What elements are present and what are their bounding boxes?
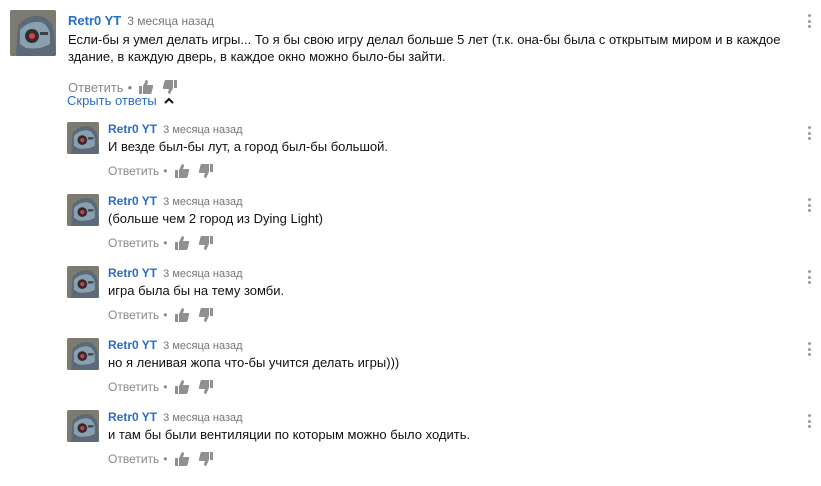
more-options-icon[interactable] xyxy=(807,198,811,212)
comment-time[interactable]: 3 месяца назад xyxy=(163,124,242,136)
more-options-icon[interactable] xyxy=(807,14,811,28)
hide-replies-label: Скрыть ответы xyxy=(67,93,157,108)
like-icon[interactable] xyxy=(174,163,190,179)
author-name[interactable]: Retr0 YT xyxy=(108,122,157,136)
hide-replies-button[interactable]: Скрыть ответы xyxy=(67,93,175,108)
author-name[interactable]: Retr0 YT xyxy=(68,13,121,28)
comment-actions: Ответить • xyxy=(108,163,222,179)
reply-button[interactable]: Ответить xyxy=(108,164,159,178)
comment-time[interactable]: 3 месяца назад xyxy=(163,412,242,424)
robot-avatar-icon xyxy=(67,338,99,370)
reply-button[interactable]: Ответить xyxy=(108,380,159,394)
more-options-icon[interactable] xyxy=(807,270,811,284)
more-options-icon[interactable] xyxy=(807,342,811,356)
reply-comment: Retr0 YT 3 месяца назад и там бы были вен… xyxy=(67,410,787,470)
comment-text: но я ленивая жопа что-бы учится делать и… xyxy=(108,355,400,370)
dislike-icon[interactable] xyxy=(198,379,214,395)
like-icon[interactable] xyxy=(174,235,190,251)
comment: Retr0 YT 3 месяца назад Если-бы я умел де… xyxy=(10,10,810,95)
comment-meta: Retr0 YT 3 месяца назад xyxy=(68,13,214,28)
author-name[interactable]: Retr0 YT xyxy=(108,266,157,280)
comment-meta: Retr0 YT 3 месяца назад xyxy=(108,266,243,280)
comment-text: И везде был-бы лут, а город был-бы больш… xyxy=(108,139,388,154)
robot-avatar-icon xyxy=(67,266,99,298)
dislike-icon[interactable] xyxy=(198,235,214,251)
comment-actions: Ответить • xyxy=(108,307,222,323)
comment-text: Если-бы я умел делать игры... То я бы св… xyxy=(68,32,781,64)
more-options-icon[interactable] xyxy=(807,414,811,428)
author-name[interactable]: Retr0 YT xyxy=(108,338,157,352)
reply-comment: Retr0 YT 3 месяца назад И везде был-бы лу… xyxy=(67,122,787,182)
avatar[interactable] xyxy=(10,10,56,56)
more-options-icon[interactable] xyxy=(807,126,811,140)
reply-comment: Retr0 YT 3 месяца назад но я ленивая жопа… xyxy=(67,338,787,398)
separator-dot: • xyxy=(163,236,168,250)
comment-meta: Retr0 YT 3 месяца назад xyxy=(108,338,243,352)
avatar[interactable] xyxy=(67,194,99,226)
robot-avatar-icon xyxy=(67,410,99,442)
comment-time[interactable]: 3 месяца назад xyxy=(163,340,242,352)
robot-avatar-icon xyxy=(67,194,99,226)
author-name[interactable]: Retr0 YT xyxy=(108,410,157,424)
comment-text: и там бы были вентиляции по которым можн… xyxy=(108,427,471,442)
avatar[interactable] xyxy=(67,338,99,370)
comment-text: (больше чем 2 город из Dying Light) xyxy=(108,211,324,226)
reply-button[interactable]: Ответить xyxy=(108,452,159,466)
separator-dot: • xyxy=(163,308,168,322)
robot-avatar-icon xyxy=(10,10,56,56)
comment-text: игра была бы на тему зомби. xyxy=(108,283,285,298)
reply-button[interactable]: Ответить xyxy=(108,236,159,250)
comment-actions: Ответить • xyxy=(108,451,222,467)
separator-dot: • xyxy=(163,164,168,178)
reply-button[interactable]: Ответить xyxy=(108,308,159,322)
comment-time[interactable]: 3 месяца назад xyxy=(163,268,242,280)
like-icon[interactable] xyxy=(174,379,190,395)
comment-time[interactable]: 3 месяца назад xyxy=(163,196,242,208)
comment-meta: Retr0 YT 3 месяца назад xyxy=(108,194,243,208)
reply-comment: Retr0 YT 3 месяца назад игра была бы на т… xyxy=(67,266,787,326)
reply-comment: Retr0 YT 3 месяца назад (больше чем 2 гор… xyxy=(67,194,787,254)
comment-actions: Ответить • xyxy=(108,379,222,395)
separator-dot: • xyxy=(163,452,168,466)
avatar[interactable] xyxy=(67,410,99,442)
like-icon[interactable] xyxy=(174,307,190,323)
comment-meta: Retr0 YT 3 месяца назад xyxy=(108,410,243,424)
robot-avatar-icon xyxy=(67,122,99,154)
comment-meta: Retr0 YT 3 месяца назад xyxy=(108,122,243,136)
avatar[interactable] xyxy=(67,122,99,154)
like-icon[interactable] xyxy=(174,451,190,467)
dislike-icon[interactable] xyxy=(198,451,214,467)
chevron-up-icon xyxy=(164,97,174,104)
separator-dot: • xyxy=(163,380,168,394)
dislike-icon[interactable] xyxy=(198,307,214,323)
avatar[interactable] xyxy=(67,266,99,298)
dislike-icon[interactable] xyxy=(198,163,214,179)
comment-actions: Ответить • xyxy=(108,235,222,251)
author-name[interactable]: Retr0 YT xyxy=(108,194,157,208)
comment-time[interactable]: 3 месяца назад xyxy=(127,14,214,28)
